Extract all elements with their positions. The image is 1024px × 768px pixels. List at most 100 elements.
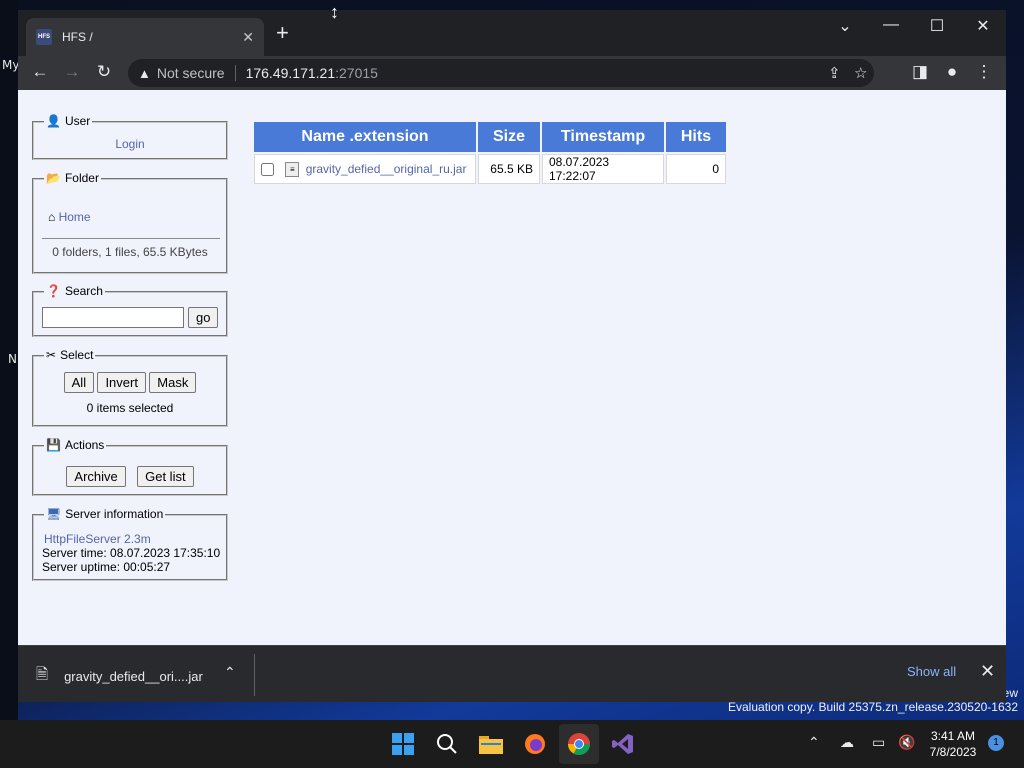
search-title: Search bbox=[64, 284, 103, 298]
address-separator bbox=[234, 65, 236, 81]
warning-icon: ▲ bbox=[138, 65, 151, 81]
user-panel: 👤 User Login bbox=[32, 114, 228, 160]
folder-summary: 0 folders, 1 files, 65.5 KBytes bbox=[52, 245, 208, 259]
search-legend: ❓ Search bbox=[44, 284, 105, 298]
file-hits: 0 bbox=[666, 154, 726, 184]
tray-chevron-icon[interactable]: ⌃ bbox=[808, 734, 820, 751]
bookmark-star-icon[interactable]: ☆ bbox=[854, 64, 867, 82]
download-item[interactable]: 🗎 gravity_defied__ori....jar bbox=[36, 664, 203, 689]
file-icon: ≡ bbox=[285, 161, 300, 177]
select-legend: ✂ Select bbox=[44, 348, 96, 362]
tab-search-icon[interactable]: ⌄ bbox=[830, 16, 860, 36]
close-tab-icon[interactable]: ✕ bbox=[242, 29, 254, 46]
close-window-icon[interactable]: ✕ bbox=[968, 16, 998, 36]
clock-date: 7/8/2023 bbox=[929, 745, 977, 759]
user-icon: 👤 bbox=[46, 114, 61, 128]
folder-legend: 📂 Folder bbox=[44, 171, 101, 185]
browser-window: HFS HFS / ✕ + ↕ ⌄ — ☐ ✕ ← → ↻ ▲ Not secu… bbox=[18, 2, 1006, 702]
server-time: Server time: 08.07.2023 17:35:10 bbox=[42, 546, 221, 560]
security-label: Not secure bbox=[156, 65, 225, 81]
chrome-icon[interactable] bbox=[559, 724, 599, 764]
server-info-panel: 🖥 Server information HttpFileServer 2.3m… bbox=[32, 507, 228, 581]
download-divider bbox=[254, 654, 255, 696]
back-icon[interactable]: ← bbox=[28, 62, 52, 82]
home-icon: ⌂ bbox=[48, 210, 56, 224]
search-panel: ❓ Search go bbox=[32, 284, 228, 337]
login-link[interactable]: Login bbox=[115, 137, 144, 151]
speaker-muted-icon[interactable]: 🔇 bbox=[898, 734, 915, 751]
address-bar[interactable]: ▲ Not secure 176.49.171.21 :27015 ⇪ ☆ bbox=[128, 59, 874, 87]
notification-badge[interactable]: 1 bbox=[988, 735, 1004, 751]
scissors-icon: ✂ bbox=[46, 348, 57, 362]
server-title: Server information bbox=[65, 507, 164, 521]
file-name-cell: ≡ gravity_defied__original_ru.jar bbox=[254, 154, 476, 184]
actions-panel: 💾 Actions Archive Get list bbox=[32, 438, 228, 496]
browser-tab[interactable]: HFS HFS / ✕ bbox=[26, 18, 264, 56]
search-icon[interactable] bbox=[433, 730, 461, 758]
firefox-icon[interactable] bbox=[521, 730, 549, 758]
file-explorer-icon[interactable] bbox=[477, 730, 505, 758]
browser-toolbar: ← → ↻ ▲ Not secure 176.49.171.21 :27015 … bbox=[18, 56, 1006, 90]
start-windows-icon[interactable] bbox=[389, 730, 417, 758]
close-download-bar-icon[interactable]: ✕ bbox=[980, 661, 995, 682]
forward-icon[interactable]: → bbox=[60, 62, 84, 82]
document-icon: 🗎 bbox=[36, 666, 49, 683]
get-list-button[interactable]: Get list bbox=[137, 466, 194, 487]
reload-icon[interactable]: ↻ bbox=[92, 62, 116, 82]
profile-icon[interactable]: ● bbox=[940, 62, 964, 82]
system-clock[interactable]: 3:41 AM 7/8/2023 bbox=[918, 728, 988, 760]
folder-title: Folder bbox=[64, 171, 99, 185]
resize-cursor-icon: ↕ bbox=[330, 2, 339, 22]
file-link[interactable]: gravity_defied__original_ru.jar bbox=[306, 162, 467, 176]
invert-button[interactable]: Invert bbox=[97, 372, 146, 393]
search-input[interactable] bbox=[42, 307, 184, 328]
save-icon: 💾 bbox=[46, 438, 61, 452]
file-timestamp: 08.07.2023 17:22:07 bbox=[542, 154, 664, 184]
file-size: 65.5 KB bbox=[478, 154, 540, 184]
maximize-icon[interactable]: ☐ bbox=[922, 16, 952, 36]
table-row: ≡ gravity_defied__original_ru.jar 65.5 K… bbox=[254, 154, 726, 184]
minimize-icon[interactable]: — bbox=[876, 16, 906, 34]
url-port: :27015 bbox=[335, 65, 378, 81]
display-icon[interactable]: ▭ bbox=[872, 734, 885, 751]
url-host: 176.49.171.21 bbox=[245, 65, 336, 81]
actions-title: Actions bbox=[64, 438, 105, 452]
hfs-favicon-icon: HFS bbox=[36, 29, 52, 45]
mask-button[interactable]: Mask bbox=[149, 372, 197, 393]
server-legend: 🖥 Server information bbox=[44, 507, 166, 521]
download-filename: gravity_defied__ori....jar bbox=[64, 669, 203, 684]
header-hits[interactable]: Hits bbox=[666, 122, 726, 152]
select-title: Select bbox=[60, 348, 94, 362]
download-bar: 🗎 gravity_defied__ori....jar ⌃ Show all … bbox=[18, 645, 1006, 702]
visual-studio-icon[interactable] bbox=[609, 730, 637, 758]
archive-button[interactable]: Archive bbox=[66, 466, 126, 487]
hfs-version-link[interactable]: HttpFileServer 2.3m bbox=[42, 532, 226, 546]
actions-legend: 💾 Actions bbox=[44, 438, 107, 452]
header-timestamp[interactable]: Timestamp bbox=[542, 122, 664, 152]
server-uptime: Server uptime: 00:05:27 bbox=[42, 560, 171, 574]
share-icon[interactable]: ⇪ bbox=[828, 64, 841, 82]
select-all-button[interactable]: All bbox=[63, 372, 95, 393]
server-icon: 🖥 bbox=[46, 507, 62, 521]
tab-title: HFS / bbox=[62, 30, 93, 44]
taskbar: ⌃ ☁ ▭ 🔇 3:41 AM 7/8/2023 1 bbox=[0, 720, 1024, 768]
help-icon: ❓ bbox=[46, 284, 61, 298]
show-all-button[interactable]: Show all bbox=[907, 664, 956, 679]
user-legend: 👤 User bbox=[44, 114, 93, 128]
desktop-label-my: My bbox=[2, 58, 20, 72]
home-link[interactable]: Home bbox=[59, 210, 91, 224]
search-go-button[interactable]: go bbox=[188, 307, 219, 328]
chevron-up-icon[interactable]: ⌃ bbox=[224, 664, 236, 681]
desktop-label-n: N bbox=[8, 352, 17, 366]
new-tab-icon[interactable]: + bbox=[276, 22, 289, 44]
onedrive-icon[interactable]: ☁ bbox=[840, 734, 854, 751]
folder-icon: 📂 bbox=[46, 171, 61, 185]
user-title: User bbox=[64, 114, 91, 128]
select-panel: ✂ Select All Invert Mask 0 items selecte… bbox=[32, 348, 228, 427]
menu-icon[interactable]: ⋮ bbox=[972, 62, 996, 82]
header-name[interactable]: Name .extension bbox=[254, 122, 476, 152]
header-size[interactable]: Size bbox=[478, 122, 540, 152]
side-panel-icon[interactable]: ◨ bbox=[908, 62, 932, 82]
tab-strip: HFS HFS / ✕ + ↕ ⌄ — ☐ ✕ bbox=[18, 2, 1006, 56]
file-checkbox[interactable] bbox=[261, 162, 274, 176]
